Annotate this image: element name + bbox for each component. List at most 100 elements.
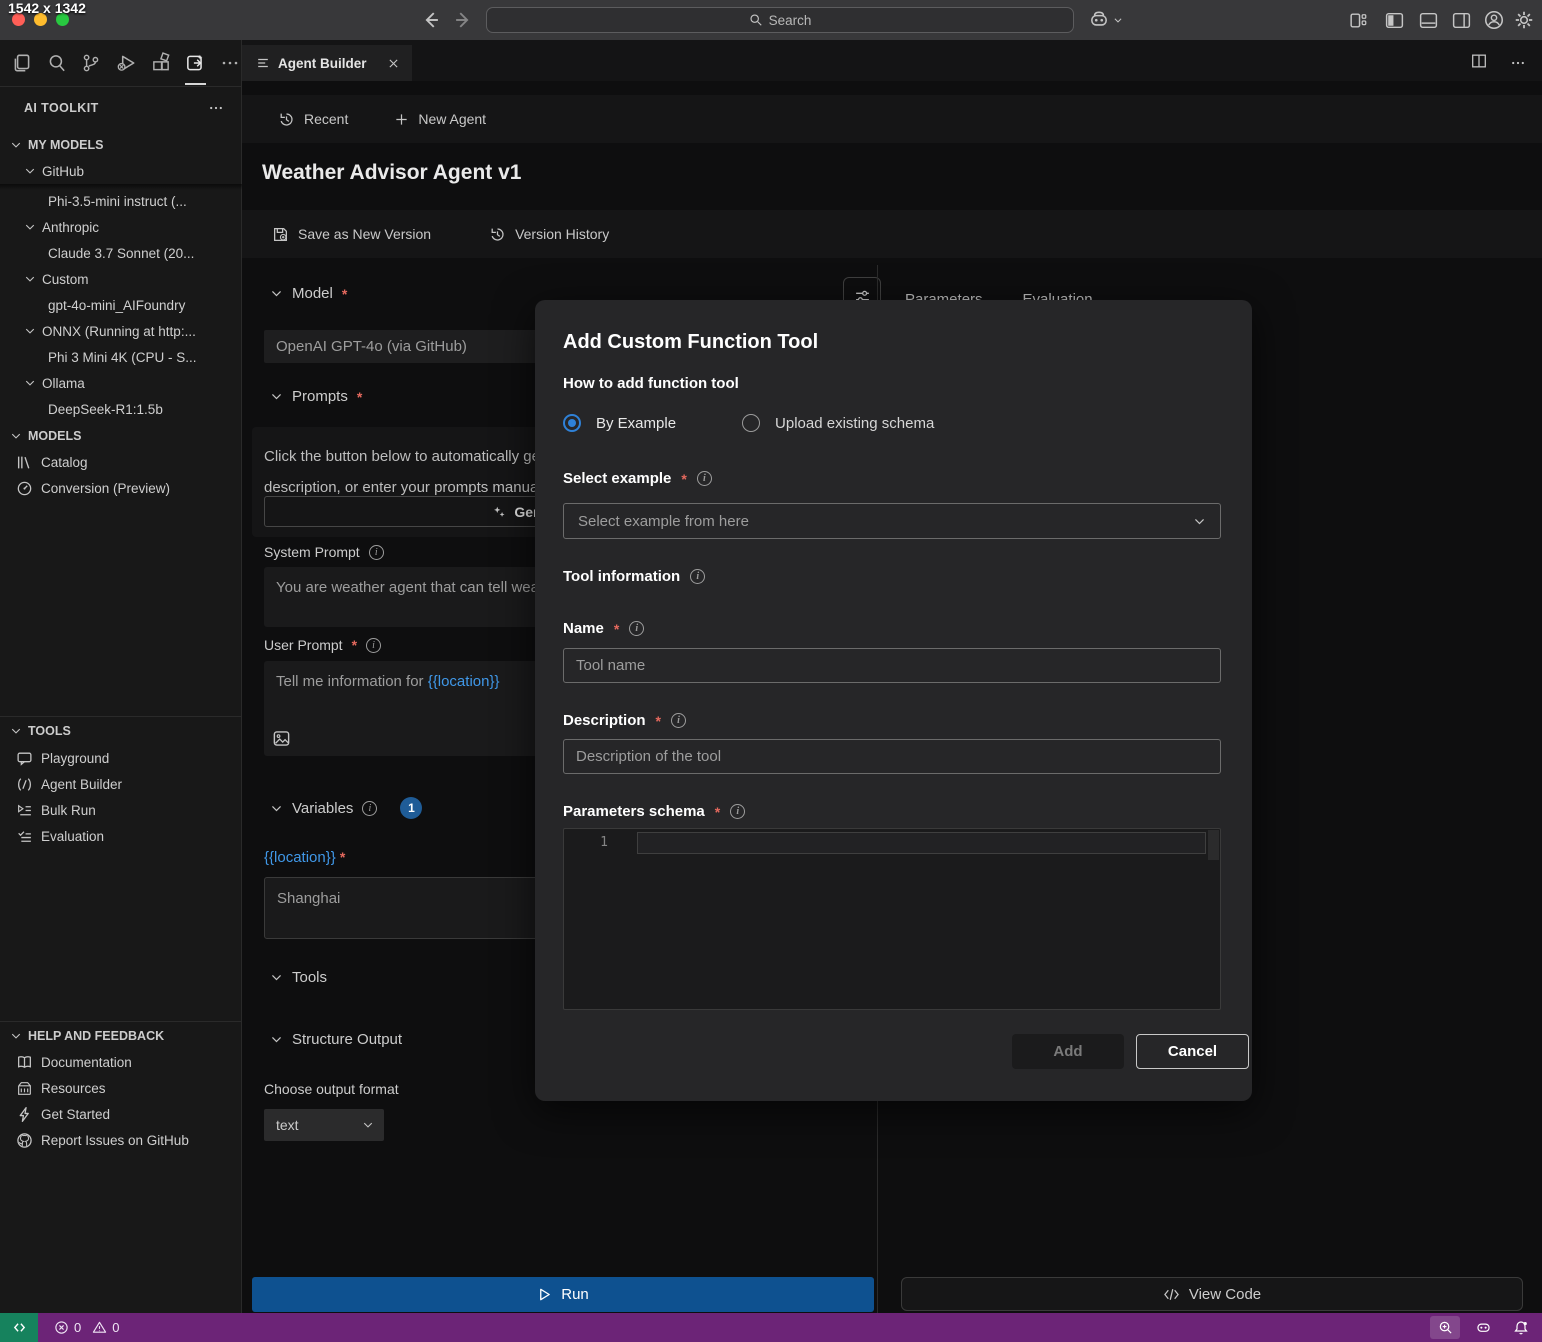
ai-toolkit-icon[interactable] [184,50,208,76]
account-icon[interactable] [1483,9,1505,31]
editor-scrollbar[interactable] [1208,830,1219,860]
variables-section-header[interactable]: Variables i 1 [270,797,422,819]
notifications-bell-icon[interactable] [1506,1316,1536,1339]
sidebar-item-custom[interactable]: Custom [0,266,242,292]
view-code-button[interactable]: View Code [901,1277,1523,1311]
sidebar-item-help-section[interactable]: HELP AND FEEDBACK [0,1023,242,1049]
sidebar-item-phi-35-mini[interactable]: Phi-3.5-mini instruct (... [0,188,242,214]
close-tab-icon[interactable] [387,57,400,70]
sidebar-item-bulk-run[interactable]: Bulk Run [0,797,242,823]
sidebar-item-agent-builder[interactable]: Agent Builder [0,771,242,797]
sidebar-item-my-models[interactable]: MY MODELS [0,132,242,158]
extensions-icon[interactable] [149,50,173,76]
info-icon[interactable]: i [697,471,712,486]
sidebar-item-report-issues[interactable]: Report Issues on GitHub [0,1127,242,1153]
customize-layout-button[interactable] [1348,10,1369,31]
sidebar-item-models-section[interactable]: MODELS [0,423,242,449]
output-format-select[interactable]: text [264,1109,384,1141]
info-icon[interactable]: i [690,569,705,584]
info-icon[interactable]: i [366,638,381,653]
source-control-icon[interactable] [79,50,103,76]
sidebar-item-claude-37[interactable]: Claude 3.7 Sonnet (20... [0,240,242,266]
screencast-zoom-icon[interactable] [1430,1316,1460,1339]
sidebar-divider [0,1021,242,1022]
problems-indicator[interactable]: 0 0 [54,1320,119,1335]
system-prompt-label: System Prompt i [264,544,384,560]
page-title: Weather Advisor Agent v1 [262,161,521,185]
current-line-highlight [637,832,1206,854]
tab-agent-builder[interactable]: Agent Builder [242,45,412,81]
radio-unselected-icon [742,414,760,432]
sidebar-item-gpt4o-mini[interactable]: gpt-4o-mini_AIFoundry [0,292,242,318]
info-icon[interactable]: i [369,545,384,560]
code-icon [1163,1286,1180,1303]
sidebar-more-actions-icon[interactable] [208,100,224,116]
save-icon [272,226,289,243]
user-prompt-label: User Prompt * i [264,637,381,653]
sidebar-item-get-started[interactable]: Get Started [0,1101,242,1127]
attach-image-icon[interactable] [272,729,291,748]
search-icon [749,13,763,27]
sidebar-item-playground[interactable]: Playground [0,745,242,771]
sidebar-item-onnx[interactable]: ONNX (Running at http:... [0,318,242,344]
split-editor-icon[interactable] [1470,52,1488,70]
radio-upload-schema[interactable]: Upload existing schema [742,414,934,432]
parameters-schema-editor[interactable]: 1 [563,828,1221,1010]
search-input[interactable]: Search [486,7,1074,33]
sidebar-header: AI TOOLKIT [0,88,242,128]
copilot-status-icon[interactable] [1468,1316,1498,1339]
prompt-variable: {{location}} [428,673,500,690]
save-as-new-version-button[interactable]: Save as New Version [272,226,431,243]
search-placeholder: Search [769,13,812,28]
recent-button[interactable]: Recent [278,111,348,128]
sidebar-item-resources[interactable]: Resources [0,1075,242,1101]
toggle-secondary-sidebar-button[interactable] [1451,10,1472,31]
more-views-icon[interactable] [218,50,242,76]
description-label: Description * i [563,712,686,729]
info-icon[interactable]: i [362,801,377,816]
back-button[interactable] [420,9,442,31]
explorer-icon[interactable] [10,50,34,76]
info-icon[interactable]: i [730,804,745,819]
structure-output-section-header[interactable]: Structure Output [270,1031,402,1048]
sidebar-item-phi3-mini-4k[interactable]: Phi 3 Mini 4K (CPU - S... [0,344,242,370]
sidebar: AI TOOLKIT MY MODELS GitHub Phi-3.5-mini… [0,40,242,1313]
how-to-add-label: How to add function tool [563,375,739,392]
sidebar-item-documentation[interactable]: Documentation [0,1049,242,1075]
sidebar-item-evaluation[interactable]: Evaluation [0,823,242,849]
prompts-section-header[interactable]: Prompts * [270,388,362,405]
variable-label: {{location}} * [264,849,345,866]
sidebar-item-tools-section[interactable]: TOOLS [0,718,242,744]
run-button[interactable]: Run [252,1277,874,1312]
new-agent-button[interactable]: New Agent [394,111,486,127]
remote-indicator[interactable] [0,1313,38,1342]
editor-more-actions-icon[interactable] [1510,55,1526,71]
run-debug-icon[interactable] [114,50,138,76]
version-history-button[interactable]: Version History [489,226,609,243]
toggle-primary-sidebar-button[interactable] [1384,10,1405,31]
sidebar-item-ollama[interactable]: Ollama [0,370,242,396]
search-view-icon[interactable] [45,50,69,76]
tools-section-header[interactable]: Tools [270,969,327,986]
sidebar-item-github[interactable]: GitHub [0,158,242,184]
sidebar-item-conversion[interactable]: Conversion (Preview) [0,475,242,501]
model-section-header[interactable]: Model * [270,285,347,302]
variables-count-badge: 1 [400,797,422,819]
sidebar-item-deepseek[interactable]: DeepSeek-R1:1.5b [0,396,242,422]
sidebar-item-anthropic[interactable]: Anthropic [0,214,242,240]
forward-button[interactable] [452,9,474,31]
select-example-dropdown[interactable]: Select example from here [563,503,1221,539]
cancel-button[interactable]: Cancel [1136,1034,1249,1069]
settings-gear-icon[interactable] [1513,9,1535,31]
info-icon[interactable]: i [629,621,644,636]
info-icon[interactable]: i [671,713,686,728]
tool-name-input[interactable] [563,648,1221,683]
copilot-menu[interactable] [1088,9,1123,31]
toggle-panel-button[interactable] [1418,10,1439,31]
agent-builder-icon [16,776,33,793]
add-button[interactable]: Add [1012,1034,1124,1069]
radio-by-example[interactable]: By Example [563,414,676,432]
chevron-down-icon [1193,515,1206,528]
tool-description-input[interactable] [563,739,1221,774]
sidebar-item-catalog[interactable]: Catalog [0,449,242,475]
